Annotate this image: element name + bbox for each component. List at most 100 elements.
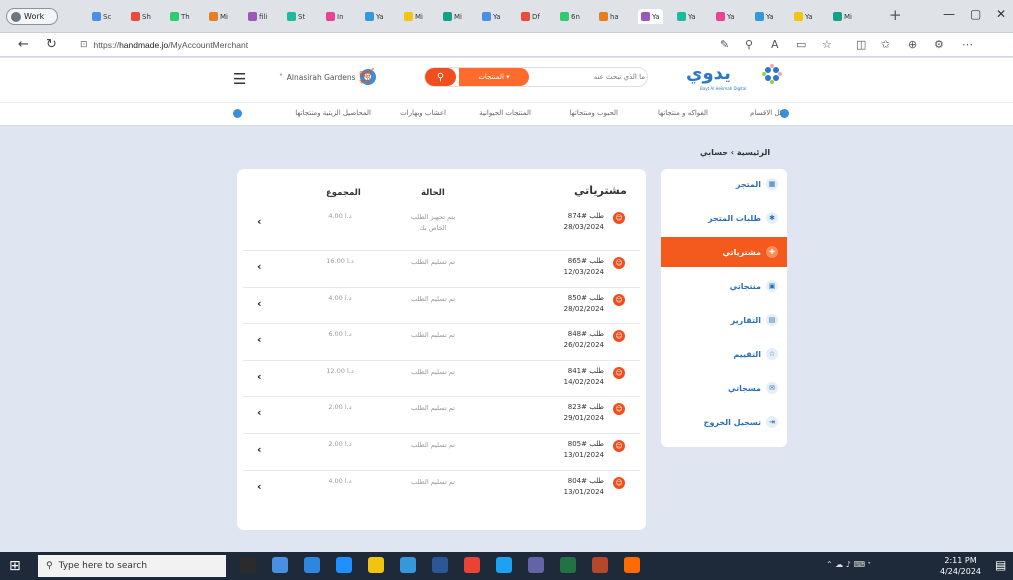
- browser-tab[interactable]: Mi: [404, 9, 423, 24]
- chevron-left-icon[interactable]: ‹: [257, 260, 262, 273]
- category-fruits[interactable]: الفواكه و منتجاتها: [658, 109, 708, 117]
- order-number[interactable]: طلب #850: [544, 294, 604, 302]
- browser-tab[interactable]: Mi: [833, 9, 852, 24]
- order-number[interactable]: طلب #804: [544, 477, 604, 485]
- order-number[interactable]: طلب #865: [544, 257, 604, 265]
- photos-icon[interactable]: [304, 557, 320, 573]
- sidebar-item-bag[interactable]: مشترياتي ✚: [661, 237, 787, 267]
- profile-button[interactable]: Work: [6, 8, 58, 25]
- word-icon[interactable]: [432, 557, 448, 573]
- windows-start-icon[interactable]: ⊞: [9, 558, 21, 574]
- store-icon[interactable]: [400, 557, 416, 573]
- sidebar-item-store[interactable]: المتجر ▦: [661, 169, 787, 199]
- cart-icon[interactable]: 🛒︎: [357, 67, 376, 85]
- chevron-left-icon[interactable]: ‹: [257, 370, 262, 383]
- powerpoint-icon[interactable]: [592, 557, 608, 573]
- chevron-left-icon[interactable]: ‹: [257, 333, 262, 346]
- hamburger-menu-icon[interactable]: ☰: [233, 70, 246, 88]
- browser-tab[interactable]: Ya: [716, 9, 735, 24]
- order-number[interactable]: طلب #823: [544, 403, 604, 411]
- order-icon: ☺: [613, 330, 625, 342]
- sidebar-item-label: طلبات المتجر: [707, 213, 761, 223]
- sidebar-item-cart[interactable]: طلبات المتجر ✱: [661, 203, 787, 233]
- browser-tab[interactable]: Sc: [92, 9, 111, 24]
- extensions-icon[interactable]: ⚙: [934, 38, 944, 51]
- browser-tab[interactable]: In: [326, 9, 344, 24]
- order-number[interactable]: طلب #805: [544, 440, 604, 448]
- browser-tab[interactable]: Ya: [677, 9, 696, 24]
- browser-tab[interactable]: Sh: [131, 9, 151, 24]
- reader-icon[interactable]: ▭: [796, 38, 806, 51]
- browser-tab[interactable]: Ya: [638, 9, 663, 24]
- chevron-left-icon[interactable]: ‹: [257, 297, 262, 310]
- read-aloud-icon[interactable]: A: [771, 38, 779, 51]
- browser-tab[interactable]: Ya: [482, 9, 501, 24]
- order-number[interactable]: طلب #848: [544, 330, 604, 338]
- favorite-icon[interactable]: ☆: [822, 38, 832, 51]
- sidebar-item-report[interactable]: التقارير ▤: [661, 305, 787, 335]
- breadcrumb[interactable]: الرئيسية › حسابي: [700, 148, 770, 157]
- order-icon: ☺: [613, 403, 625, 415]
- new-tab-button[interactable]: +: [889, 6, 902, 24]
- browser-tab[interactable]: ha: [599, 9, 619, 24]
- chevron-left-icon[interactable]: ‹: [257, 215, 262, 228]
- taskbar-clock[interactable]: 2:11 PM 4/24/2024: [940, 555, 981, 577]
- mail-icon[interactable]: [496, 557, 512, 573]
- search-button[interactable]: ⚲: [425, 68, 456, 86]
- logo-text[interactable]: يدوي: [686, 63, 731, 84]
- edge-icon[interactable]: [336, 557, 352, 573]
- notifications-icon[interactable]: ▤: [995, 558, 1006, 572]
- category-animal[interactable]: المنتجات الحيوانية: [479, 109, 531, 117]
- sidebar-item-logout[interactable]: تسجيل الخروج ⇥: [661, 407, 787, 437]
- explorer-icon[interactable]: [272, 557, 288, 573]
- browser-tab[interactable]: St: [287, 9, 305, 24]
- logout-icon: ⇥: [766, 416, 778, 428]
- sidebar-item-star[interactable]: التقييم ☆: [661, 339, 787, 369]
- browser-tab[interactable]: Ya: [755, 9, 774, 24]
- refresh-button[interactable]: ↻: [46, 37, 57, 52]
- chevron-left-icon[interactable]: ‹: [257, 406, 262, 419]
- pen-icon[interactable]: ✎: [720, 38, 729, 51]
- search-input[interactable]: [529, 69, 645, 85]
- app-icon[interactable]: [624, 557, 640, 573]
- order-number[interactable]: طلب #841: [544, 367, 604, 375]
- products-dropdown[interactable]: المنتجات ▾: [459, 68, 529, 86]
- browser-tab[interactable]: Ya: [365, 9, 384, 24]
- close-window-button[interactable]: ✕: [996, 7, 1006, 21]
- minimize-button[interactable]: —: [943, 7, 955, 21]
- back-button[interactable]: ←: [18, 37, 29, 52]
- category-oil-crops[interactable]: المحاصيل الزيتية ومنتجاتها: [295, 109, 371, 117]
- browser-tab[interactable]: 6n: [560, 9, 580, 24]
- browser-tab[interactable]: Ya: [794, 9, 813, 24]
- browser-tab[interactable]: Mi: [443, 9, 462, 24]
- browser-tab[interactable]: Th: [170, 9, 190, 24]
- task-view-icon[interactable]: [240, 557, 256, 573]
- favorites-bar-icon[interactable]: ✩: [881, 38, 890, 51]
- tab-favicon-icon: [794, 12, 803, 21]
- more-icon[interactable]: ⋯: [962, 38, 973, 51]
- chevron-left-icon[interactable]: ‹: [257, 480, 262, 493]
- maximize-button[interactable]: ▢: [970, 7, 981, 21]
- split-icon[interactable]: ◫: [856, 38, 866, 51]
- zoom-icon[interactable]: ⚲: [745, 38, 753, 51]
- browser-tab[interactable]: Mi: [209, 9, 228, 24]
- category-grains[interactable]: الحبوب ومنتجاتها: [570, 109, 618, 117]
- browser-tab[interactable]: fili: [248, 9, 267, 24]
- category-herbs[interactable]: اعشاب وبهارات: [400, 109, 446, 117]
- sidebar-item-mail[interactable]: مسجاتي ✉: [661, 373, 787, 403]
- files-icon[interactable]: [368, 557, 384, 573]
- order-number[interactable]: طلب #874: [544, 212, 604, 220]
- category-all[interactable]: كل الاقسام: [750, 109, 783, 117]
- sidebar-item-label: التقييم: [733, 349, 761, 359]
- teams-icon[interactable]: [528, 557, 544, 573]
- sidebar-item-box[interactable]: منتجاتي ▣: [661, 271, 787, 301]
- system-tray[interactable]: ⌃ ☁ ♪ ⌨ ᐩ: [826, 560, 871, 569]
- chevron-left-icon[interactable]: ‹: [257, 443, 262, 456]
- collections-icon[interactable]: ⊕: [908, 38, 917, 51]
- excel-icon[interactable]: [560, 557, 576, 573]
- browser-tab[interactable]: Df: [521, 9, 540, 24]
- tab-label: Mi: [844, 12, 852, 21]
- chrome-icon[interactable]: [464, 557, 480, 573]
- tab-favicon-icon: [443, 12, 452, 21]
- taskbar-search[interactable]: ⚲ Type here to search: [38, 555, 226, 577]
